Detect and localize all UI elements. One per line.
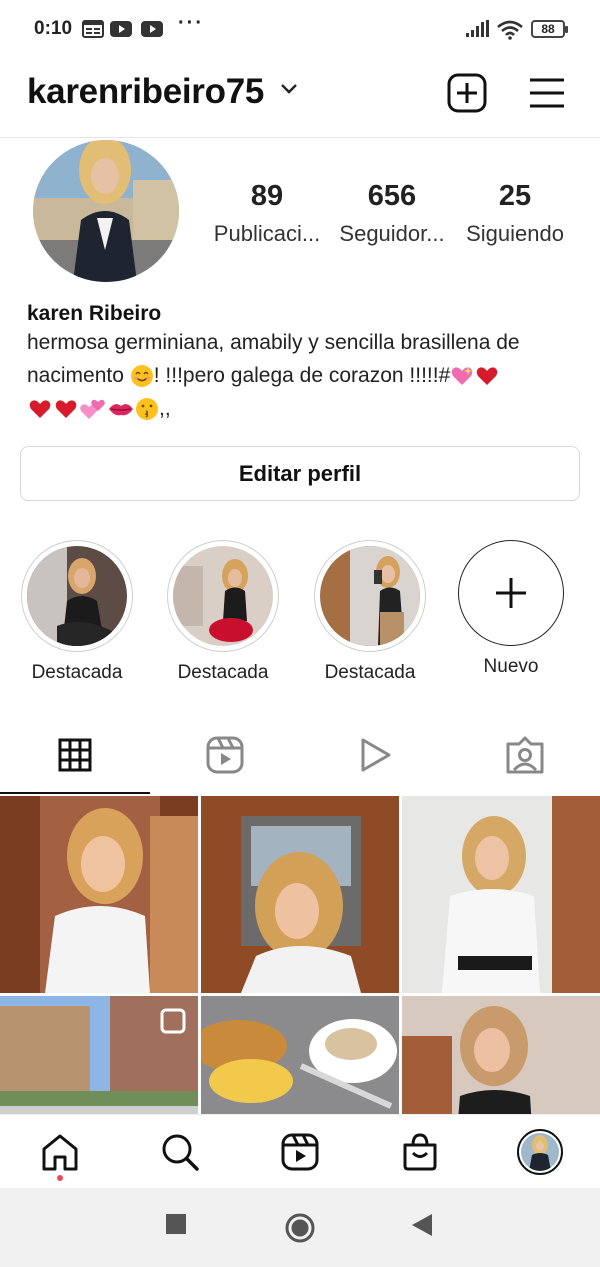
system-navigation-bar [0,1188,600,1267]
highlight-item[interactable]: Destacada [312,540,428,684]
following-count[interactable]: 25 Siguiendo [450,180,580,247]
post-thumbnail[interactable] [0,796,198,993]
active-tab-indicator [0,792,150,794]
plus-icon [496,578,526,608]
menu-icon[interactable] [527,72,567,114]
battery-indicator: 88 [531,20,568,38]
profile-bio: karen Ribeiro hermosa germiniana, amabil… [27,302,587,425]
post-thumbnail[interactable] [402,996,600,1114]
reels-icon [206,736,244,774]
post-thumbnail[interactable] [402,796,600,993]
shop-icon [403,1133,437,1171]
signal-icon [466,20,489,37]
highlight-cover-image [320,546,420,646]
profile-photo [33,140,179,282]
profile-avatar[interactable] [33,140,179,282]
tab-posts-grid[interactable] [0,716,150,794]
recent-apps-icon[interactable] [165,1213,187,1235]
notification-dot [57,1175,63,1181]
tab-tagged[interactable] [450,716,600,794]
nav-shop[interactable] [390,1129,450,1175]
nav-profile[interactable] [510,1129,570,1175]
more-notifications-icon: ··· [178,12,204,34]
new-post-icon[interactable] [446,72,488,114]
bio-text: hermosa germiniana, amabily y sencilla b… [27,331,520,421]
nav-reels[interactable] [270,1129,330,1175]
posts-count[interactable]: 89 Publicaci... [202,180,332,247]
lips-emoji-icon [109,404,133,416]
red-heart-emoji-icon [55,400,77,419]
tagged-icon [506,736,544,774]
bottom-navigation [0,1114,600,1188]
edit-profile-button[interactable]: Editar perfil [20,446,580,501]
tab-reels[interactable] [150,716,300,794]
highlight-cover-image [173,546,273,646]
home-button-icon[interactable] [284,1212,316,1244]
smiling-face-emoji-icon [130,365,153,388]
search-icon [162,1134,199,1171]
highlight-cover-image [27,546,127,646]
two-hearts-emoji-icon [80,400,105,420]
new-highlight-button[interactable]: Nuevo [453,540,569,678]
profile-avatar [517,1129,563,1175]
status-bar: 0:10 ··· 88 [0,0,600,58]
home-icon [42,1134,78,1171]
highlight-item[interactable]: Destacada [19,540,135,684]
reels-icon [281,1133,319,1171]
posts-grid [0,796,600,1114]
calendar-notification-icon [82,20,104,38]
post-thumbnail[interactable] [201,996,399,1114]
wifi-icon [497,20,523,40]
back-icon[interactable] [410,1213,434,1237]
grid-icon [58,738,92,772]
nav-search[interactable] [150,1129,210,1175]
red-heart-emoji-icon [476,367,498,386]
account-username[interactable]: karenribeiro75 [27,72,264,112]
kissing-face-emoji-icon [136,398,158,421]
profile-header: karenribeiro75 [0,58,600,138]
followers-count[interactable]: 656 Seguidor... [327,180,457,247]
highlight-item[interactable]: Destacada [165,540,281,684]
youtube-notification-icon [141,21,163,37]
post-thumbnail[interactable] [0,996,198,1114]
profile-display-name: karen Ribeiro [27,302,162,325]
youtube-notification-icon [110,21,132,37]
sparkling-heart-emoji-icon [451,367,473,386]
red-heart-emoji-icon [29,400,51,419]
chevron-down-icon[interactable] [279,82,299,96]
status-time: 0:10 [34,18,73,39]
video-icon [361,738,391,772]
content-tabs [0,716,600,794]
post-thumbnail[interactable] [201,796,399,993]
tab-videos[interactable] [300,716,450,794]
nav-home[interactable] [30,1129,90,1175]
